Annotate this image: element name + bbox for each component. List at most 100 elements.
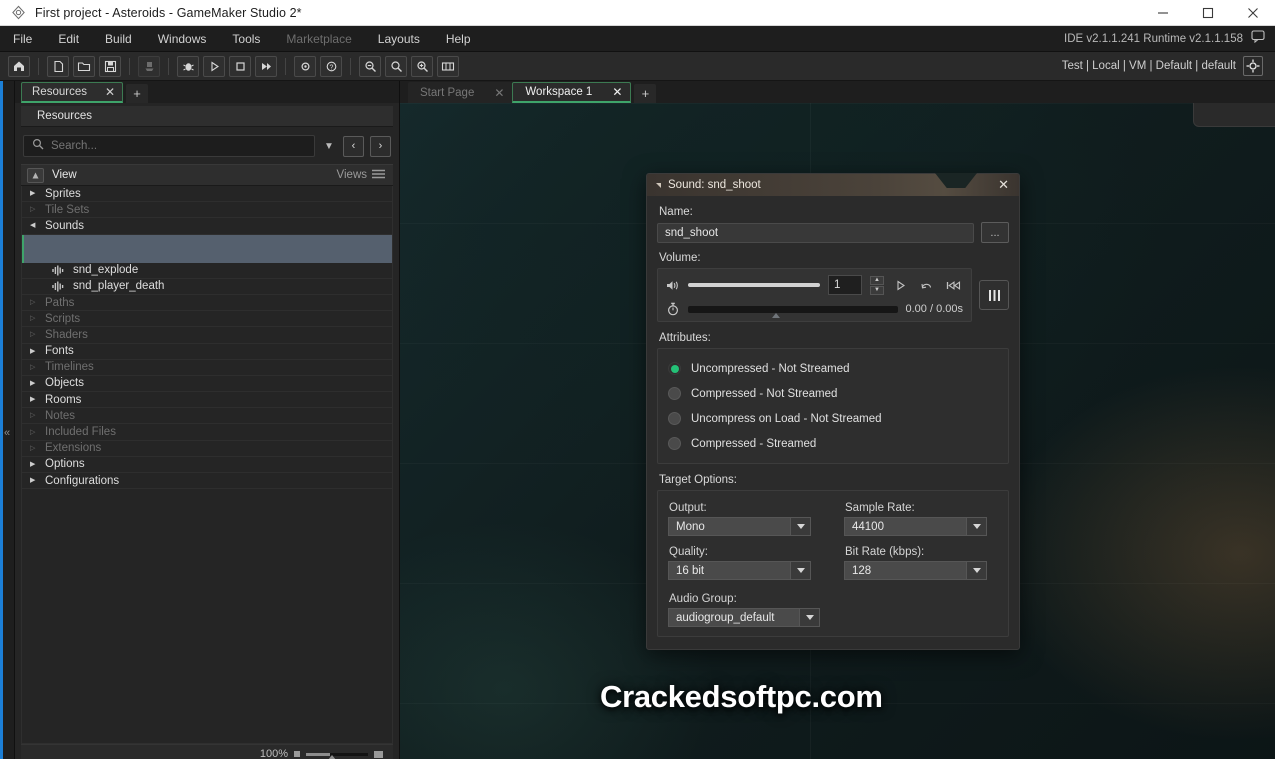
close-icon[interactable]: ✕ [994, 177, 1013, 193]
views-menu[interactable]: Views [337, 169, 385, 182]
search-input-wrapper[interactable] [23, 135, 315, 157]
sample-rate-select[interactable]: 44100 [844, 517, 987, 536]
maximize-icon[interactable] [1185, 0, 1230, 26]
zoom-slider-handle[interactable] [328, 754, 336, 759]
tree-item-timelines[interactable]: ▷ Timelines [22, 360, 392, 376]
tree-item-rooms[interactable]: ▶ Rooms [22, 392, 392, 409]
seek-handle[interactable] [771, 312, 780, 318]
expand-arrow-icon[interactable]: ▷ [30, 299, 39, 306]
sound-name-input[interactable] [657, 222, 974, 243]
collapse-arrow-icon[interactable]: ◀ [30, 222, 39, 229]
tree-item-fonts[interactable]: ▶ Fonts [22, 344, 392, 360]
tree-item-notes[interactable]: ▷ Notes [22, 408, 392, 425]
expand-arrow-icon[interactable]: ▷ [30, 331, 39, 338]
rewind-icon[interactable] [944, 279, 963, 292]
close-icon[interactable]: ✕ [612, 85, 622, 99]
volume-value-input[interactable] [828, 275, 862, 295]
expand-arrow-icon[interactable]: ▶ [30, 380, 39, 387]
equalizer-icon[interactable] [979, 280, 1009, 310]
radio-compressed-not-streamed[interactable]: Compressed - Not Streamed [668, 381, 998, 406]
menu-help[interactable]: Help [433, 26, 484, 52]
search-next-button[interactable]: › [370, 135, 391, 157]
tree-item-shaders[interactable]: ▷ Shaders [22, 327, 392, 344]
menu-edit[interactable]: Edit [45, 26, 92, 52]
expand-arrow-icon[interactable]: ▷ [30, 315, 39, 322]
add-workspace-tab-button[interactable]: + [634, 84, 657, 103]
output-select[interactable]: Mono [668, 517, 811, 536]
tree-item-options[interactable]: ▶ Options [22, 457, 392, 473]
tree-item-snd-player-death[interactable]: snd_player_death [22, 279, 392, 295]
tree-item-objects[interactable]: ▶ Objects [22, 376, 392, 393]
chevron-down-icon[interactable] [966, 561, 987, 580]
zoom-slider[interactable] [306, 752, 368, 759]
menu-build[interactable]: Build [92, 26, 145, 52]
expand-arrow-icon[interactable]: ▷ [30, 429, 39, 436]
stop-icon[interactable] [229, 55, 251, 77]
chevron-down-icon[interactable]: ▼ [321, 141, 337, 152]
tree-item-scripts[interactable]: ▷ Scripts [22, 311, 392, 328]
radio-button-icon[interactable] [668, 362, 681, 375]
target-config-text[interactable]: Test | Local | VM | Default | default [1062, 60, 1236, 72]
zoom-out-icon[interactable] [359, 55, 381, 77]
seek-slider[interactable] [688, 305, 898, 318]
sound-dialog-titlebar[interactable]: Sound: snd_shoot ✕ [647, 173, 1019, 196]
audio-group-select[interactable]: audiogroup_default [668, 608, 820, 627]
chevron-down-icon[interactable] [966, 517, 987, 536]
debug-icon[interactable] [177, 55, 199, 77]
radio-button-icon[interactable] [668, 437, 681, 450]
tab-resources[interactable]: Resources ✕ [21, 82, 124, 103]
tree-item-snd-explode[interactable]: snd_explode [22, 263, 392, 279]
add-panel-tab-button[interactable]: + [126, 84, 149, 103]
chevron-down-icon[interactable] [790, 517, 811, 536]
expand-arrow-icon[interactable]: ▷ [30, 445, 39, 452]
menu-tools[interactable]: Tools [219, 26, 273, 52]
bit-rate-select[interactable]: 128 [844, 561, 987, 580]
quality-select[interactable]: 16 bit [668, 561, 811, 580]
resource-tree[interactable]: ▶ Sprites ▷ Tile Sets ◀ Sounds snd_explode … [21, 186, 393, 744]
menu-layouts[interactable]: Layouts [365, 26, 433, 52]
chevron-down-icon[interactable] [790, 561, 811, 580]
zoom-reset-icon[interactable] [385, 55, 407, 77]
play-icon[interactable] [203, 55, 225, 77]
menu-windows[interactable]: Windows [145, 26, 220, 52]
search-prev-button[interactable]: ‹ [343, 135, 364, 157]
radio-button-icon[interactable] [668, 412, 681, 425]
tree-item-extensions[interactable]: ▷ Extensions [22, 441, 392, 457]
close-icon[interactable]: ✕ [105, 85, 115, 99]
close-icon[interactable] [1230, 0, 1275, 26]
expand-arrow-icon[interactable]: ▶ [30, 477, 39, 484]
chevron-down-icon[interactable] [799, 608, 820, 627]
browse-button[interactable]: ... [981, 222, 1009, 243]
workspace-canvas[interactable]: Sound: snd_shoot ✕ Name: ... Volume: [400, 103, 1275, 759]
expand-arrow-icon[interactable]: ▷ [30, 412, 39, 419]
target-crosshair-icon[interactable] [1243, 56, 1263, 76]
radio-button-icon[interactable] [668, 387, 681, 400]
minimize-icon[interactable] [1140, 0, 1185, 26]
save-icon[interactable] [99, 55, 121, 77]
expand-arrow-icon[interactable]: ▶ [30, 348, 39, 355]
tree-item-selected-row[interactable] [22, 234, 392, 263]
view-row[interactable]: View Views [21, 164, 393, 186]
menu-file[interactable]: File [0, 26, 45, 52]
tree-item-configurations[interactable]: ▶ Configurations [22, 473, 392, 490]
view-toggle-icon[interactable] [27, 167, 44, 183]
expand-arrow-icon[interactable]: ▶ [30, 396, 39, 403]
radio-uncompressed-not-streamed[interactable]: Uncompressed - Not Streamed [668, 356, 998, 381]
collapse-caret-icon[interactable] [656, 182, 661, 188]
stepper-down-icon[interactable]: ▼ [870, 285, 884, 295]
expand-arrow-icon[interactable]: ▶ [30, 461, 39, 468]
help-icon[interactable]: ? [320, 55, 342, 77]
expand-arrow-icon[interactable]: ▷ [30, 206, 39, 213]
gear-icon[interactable] [294, 55, 316, 77]
expand-arrow-icon[interactable]: ▶ [30, 190, 39, 197]
loop-icon[interactable] [917, 279, 936, 292]
collapse-left-icon[interactable]: « [4, 427, 10, 439]
volume-stepper[interactable]: ▲ ▼ [870, 275, 884, 295]
close-icon[interactable]: ✕ [494, 86, 504, 100]
tab-workspace-1[interactable]: Workspace 1 ✕ [512, 82, 632, 103]
new-file-icon[interactable] [47, 55, 69, 77]
radio-compressed-streamed[interactable]: Compressed - Streamed [668, 431, 998, 456]
volume-slider[interactable] [688, 283, 820, 287]
stepper-up-icon[interactable]: ▲ [870, 275, 884, 285]
tree-item-sprites[interactable]: ▶ Sprites [22, 186, 392, 203]
